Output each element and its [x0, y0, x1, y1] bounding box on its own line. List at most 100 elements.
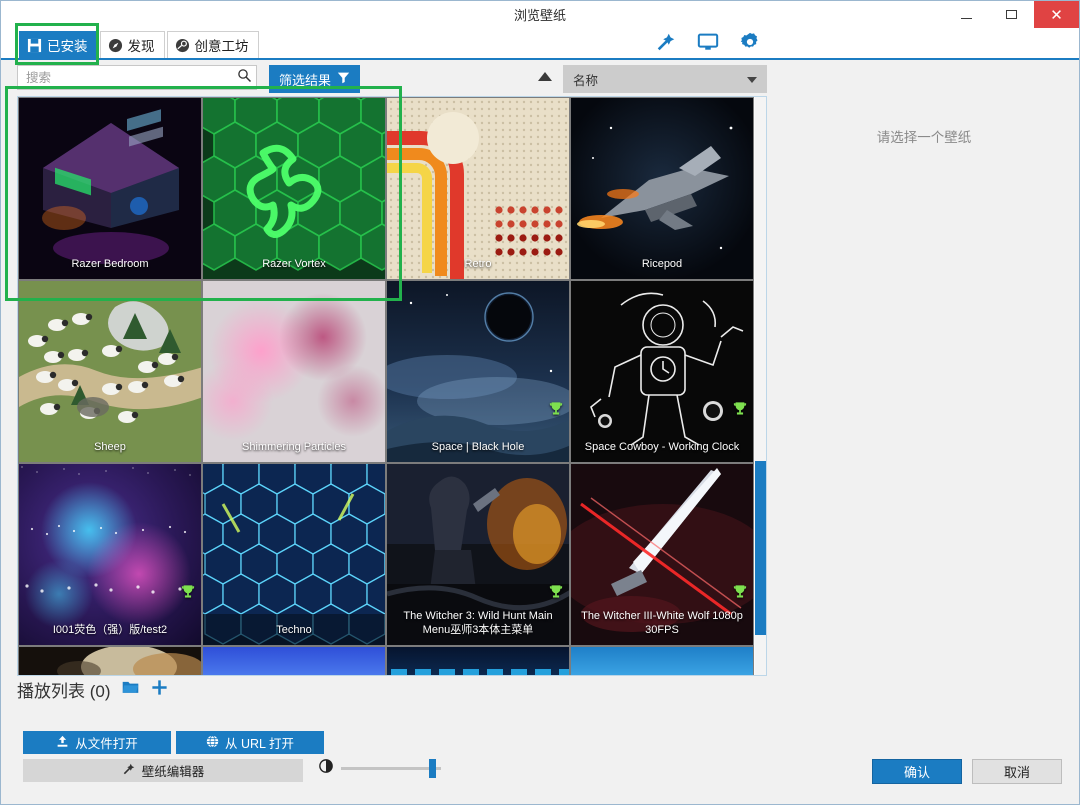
globe-icon [206, 734, 219, 751]
wallpaper-title: Razer Vortex [262, 258, 326, 270]
folder-open-icon[interactable] [120, 679, 141, 701]
chevron-down-icon [747, 77, 757, 83]
grid-scrollbar[interactable] [755, 97, 766, 675]
contrast-slider-thumb[interactable] [429, 759, 436, 778]
wallpaper-tile[interactable]: Space | Black Hole [386, 280, 570, 463]
wand-edit-icon[interactable] [655, 31, 677, 53]
wallpaper-tile[interactable]: Razer Bedroom [18, 97, 202, 280]
open-from-file-button[interactable]: 从文件打开 [23, 731, 171, 754]
wallpaper-tile[interactable]: Sheep [18, 280, 202, 463]
confirm-button[interactable]: 确认 [872, 759, 962, 784]
wallpaper-tile[interactable]: Razer Vortex [202, 97, 386, 280]
playlist-title: 播放列表 (0) [17, 682, 111, 701]
open-from-file-label: 从文件打开 [75, 737, 138, 751]
sort-select[interactable]: 名称 [563, 65, 767, 93]
dialog-buttons: 确认 取消 [872, 759, 1062, 784]
minimize-button[interactable] [944, 1, 989, 28]
wallpaper-grid-panel: Razer Bedroom Razer Vortex Retro Ricepod [17, 96, 767, 676]
wallpaper-title: Ricepod [641, 258, 683, 270]
sort-select-value: 名称 [573, 73, 599, 88]
tab-installed-label: 已安装 [47, 39, 88, 54]
tab-workshop[interactable]: 创意工坊 [166, 31, 259, 58]
wallpaper-grid: Razer Bedroom Razer Vortex Retro Ricepod [18, 97, 754, 675]
search-box[interactable] [17, 65, 257, 90]
tab-discover[interactable]: 发现 [99, 31, 165, 58]
search-filter-row: 筛选结果 [1, 60, 1079, 96]
filter-results-label: 筛选结果 [279, 72, 332, 88]
wallpaper-tile-partial[interactable] [386, 646, 570, 675]
open-from-url-label: 从 URL 打开 [225, 737, 294, 751]
close-button[interactable]: ✕ [1034, 1, 1079, 28]
wallpaper-tile[interactable]: Space Cowboy - Working Clock [570, 280, 754, 463]
maximize-button[interactable] [989, 1, 1034, 28]
wallpaper-editor-label: 壁纸编辑器 [141, 765, 205, 779]
contrast-slider-track[interactable] [341, 759, 441, 778]
wallpaper-thumbnail [203, 647, 385, 675]
workshop-badge-icon [733, 584, 747, 599]
wand-edit-icon [122, 762, 136, 779]
wallpaper-title: The Witcher 3: Wild Hunt Main Menu巫师3本体主… [403, 610, 553, 636]
funnel-icon [337, 71, 350, 87]
preview-empty-hint: 请选择一个壁纸 [876, 130, 972, 145]
wallpaper-title: Space | Black Hole [431, 441, 525, 453]
tab-discover-label: 发现 [127, 39, 155, 54]
wallpaper-tile[interactable]: Techno [202, 463, 386, 646]
wallpaper-title: Sheep [94, 441, 126, 453]
wallpaper-title: Space Cowboy - Working Clock [584, 441, 740, 453]
monitor-icon[interactable] [697, 31, 719, 53]
wallpaper-editor-button[interactable]: 壁纸编辑器 [23, 759, 303, 782]
wallpaper-tile[interactable]: Ricepod [570, 97, 754, 280]
wallpaper-thumbnail [571, 647, 753, 675]
window-title: 浏览壁纸 [513, 8, 566, 23]
gear-icon[interactable] [739, 31, 761, 53]
wallpaper-thumbnail [19, 647, 201, 675]
upload-icon [56, 735, 69, 751]
wallpaper-title: I001荧色（强）版/test2 [52, 624, 168, 636]
playlist-row: 播放列表 (0) [17, 677, 169, 702]
contrast-icon [319, 759, 333, 778]
wallpaper-tile[interactable]: The Witcher 3: Wild Hunt Main Menu巫师3本体主… [386, 463, 570, 646]
title-bar: 浏览壁纸 ✕ [1, 1, 1079, 28]
cancel-button[interactable]: 取消 [972, 759, 1062, 784]
wallpaper-tile[interactable]: The Witcher III-White Wolf 1080p 30FPS [570, 463, 754, 646]
preview-panel: 请选择一个壁纸 [781, 96, 1067, 676]
wallpaper-title: Shimmering Particles [242, 441, 346, 453]
wallpaper-thumbnail [387, 647, 569, 675]
tab-bar: 已安装 发现 创意工坊 [1, 28, 1079, 60]
search-input[interactable] [26, 70, 237, 85]
minimize-icon [961, 18, 972, 19]
workshop-badge-icon [733, 401, 747, 416]
contrast-slider [319, 759, 441, 778]
wallpaper-title: Razer Bedroom [71, 258, 149, 270]
wallpaper-tile[interactable]: Shimmering Particles [202, 280, 386, 463]
workshop-badge-icon [181, 584, 195, 599]
open-buttons-row: 从文件打开 从 URL 打开 [23, 731, 324, 754]
wallpaper-title: Retro [464, 258, 492, 270]
sort-direction-toggle[interactable] [538, 72, 552, 81]
wallpaper-tile-partial[interactable] [18, 646, 202, 675]
grid-scrollbar-thumb[interactable] [755, 461, 766, 635]
close-icon: ✕ [1050, 6, 1063, 24]
wallpaper-tile-partial[interactable] [570, 646, 754, 675]
workshop-badge-icon [549, 401, 563, 416]
window-controls: ✕ [944, 1, 1079, 28]
maximize-icon [1006, 10, 1017, 19]
filter-results-button[interactable]: 筛选结果 [269, 65, 361, 93]
plus-icon[interactable] [150, 678, 169, 702]
tab-workshop-label: 创意工坊 [194, 39, 249, 54]
wallpaper-tile[interactable]: Retro [386, 97, 570, 280]
tab-installed[interactable]: 已安装 [19, 31, 98, 58]
save-disk-icon [27, 38, 42, 53]
wallpaper-tile[interactable]: I001荧色（强）版/test2 [18, 463, 202, 646]
wallpaper-title: Techno [276, 624, 312, 636]
toolbar-icons [655, 31, 761, 53]
steam-workshop-icon [175, 38, 190, 53]
workshop-badge-icon [549, 584, 563, 599]
browse-wallpaper-window: 浏览壁纸 ✕ 已安装 发现 创意工坊 搜索 筛选结果 名称 Razer Bedr… [0, 0, 1080, 805]
search-icon[interactable] [237, 68, 252, 88]
open-from-url-button[interactable]: 从 URL 打开 [176, 731, 324, 754]
tab-list: 已安装 发现 创意工坊 [19, 31, 261, 58]
wallpaper-tile-partial[interactable] [202, 646, 386, 675]
wallpaper-title: The Witcher III-White Wolf 1080p 30FPS [581, 610, 743, 636]
compass-icon [108, 38, 123, 53]
